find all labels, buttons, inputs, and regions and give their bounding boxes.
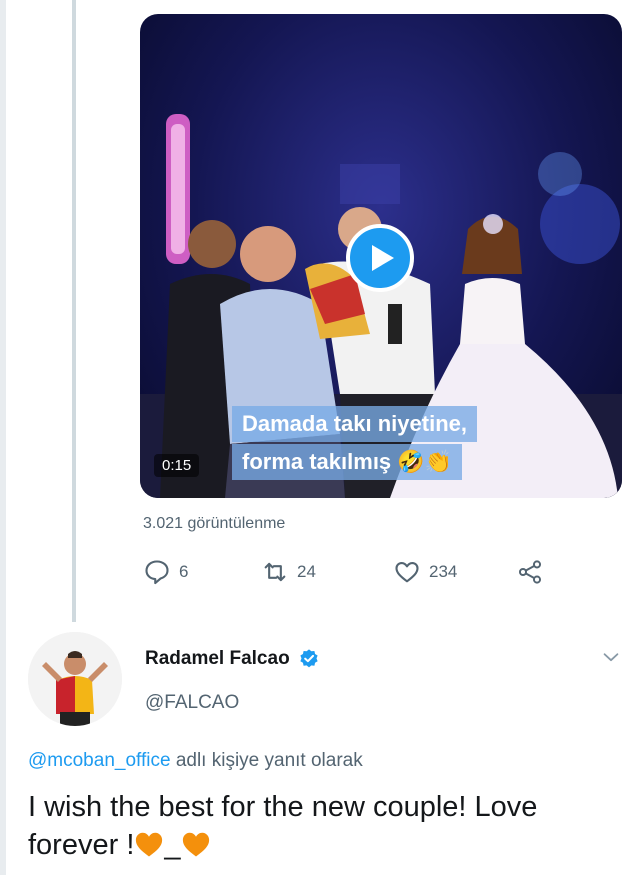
play-button[interactable] [346, 224, 414, 292]
play-icon [371, 245, 394, 271]
left-edge [0, 0, 6, 875]
caption-line-2: forma takılmış 🤣👏 [232, 444, 463, 480]
reply-mention-link[interactable]: @mcoban_office [28, 750, 171, 771]
caption-emoji: 🤣👏 [397, 449, 453, 474]
video-caption: Damada takı niyetine, forma takılmış 🤣👏 [232, 406, 477, 480]
reply-count: 6 [179, 562, 189, 581]
orange-heart-emoji [182, 832, 209, 857]
retweet-icon [264, 562, 286, 582]
retweet-count: 24 [297, 562, 316, 581]
author-handle[interactable]: @FALCAO [145, 692, 239, 714]
video-duration: 0:15 [154, 454, 200, 477]
chevron-down-icon [603, 653, 619, 662]
tweet-menu-button[interactable] [600, 646, 622, 673]
share-button[interactable] [515, 558, 545, 586]
author-avatar[interactable] [28, 632, 122, 726]
reply-suffix: adlı kişiye yanıt olarak [175, 750, 363, 771]
view-count: 3.021 görüntülenme [143, 515, 286, 532]
avatar-image [28, 632, 122, 726]
tweet-text: I wish the best for the new couple! Love… [28, 788, 618, 864]
reply-context: @mcoban_office adlı kişiye yanıt olarak [28, 750, 363, 772]
verified-badge-icon [300, 649, 318, 668]
share-icon [518, 560, 542, 584]
orange-heart-emoji [136, 832, 163, 857]
like-button[interactable]: 234 [393, 558, 457, 586]
thread-connector-line [72, 0, 76, 622]
video-player[interactable]: Damada takı niyetine, forma takılmış 🤣👏 … [140, 14, 622, 498]
reply-button[interactable]: 6 [143, 558, 188, 586]
like-count: 234 [429, 562, 458, 581]
caption-line-2-text: forma takılmış [242, 449, 392, 474]
tweet-actions: 6 24 234 [143, 558, 563, 592]
like-icon [395, 561, 419, 583]
caption-line-1: Damada takı niyetine, [232, 406, 477, 442]
tweet-text-separator: _ [164, 829, 181, 861]
author-name-row[interactable]: Radamel Falcao [145, 648, 320, 670]
tweet-text-part1: I wish the best for the new couple! Love… [28, 791, 538, 861]
reply-icon [145, 560, 169, 585]
author-name: Radamel Falcao [145, 648, 290, 669]
retweet-button[interactable]: 24 [261, 558, 316, 586]
